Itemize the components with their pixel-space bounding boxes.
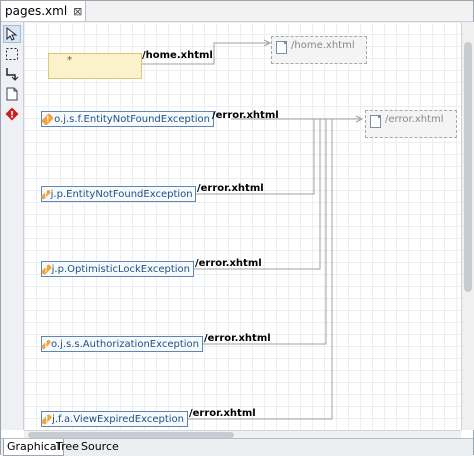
exception-label: o.j.s.s.AuthorizationException: [50, 338, 199, 350]
close-icon[interactable]: ⊠: [73, 5, 82, 18]
tab-source[interactable]: Source: [78, 439, 122, 455]
note-marker: *: [67, 55, 72, 66]
exception-icon: !: [41, 112, 54, 126]
exception-edge-label: /error.xhtml: [204, 333, 271, 344]
exception-node[interactable]: ! o.j.s.f.EntityNotFoundException: [41, 111, 214, 127]
exception-node[interactable]: ! o.j.s.s.AuthorizationException: [40, 336, 203, 352]
page-label: /error.xhtml: [385, 114, 444, 125]
exception-icon: !: [40, 188, 52, 200]
page-node-home[interactable]: /home.xhtml: [271, 36, 367, 64]
exception-icon: !: [40, 338, 52, 350]
exception-tool-icon[interactable]: !: [4, 106, 20, 122]
connection-tool-icon[interactable]: [4, 66, 20, 82]
exception-node[interactable]: ! j.p.OptimisticLockException: [40, 261, 194, 277]
exception-node[interactable]: ! j.p.EntityNotFoundException: [40, 186, 196, 202]
start-node[interactable]: *: [48, 53, 142, 79]
exception-label: j.p.OptimisticLockException: [51, 263, 190, 275]
page-node-error[interactable]: /error.xhtml: [365, 110, 457, 138]
exception-edge-label: /error.xhtml: [212, 110, 279, 121]
page-tool-icon[interactable]: [4, 86, 20, 102]
page-icon: [276, 41, 287, 54]
vertical-scrollbar[interactable]: [461, 22, 474, 430]
tool-palette: !: [1, 22, 24, 430]
exception-label: j.p.EntityNotFoundException: [50, 188, 193, 200]
exception-edge-label: /error.xhtml: [197, 183, 264, 194]
pages-xml-editor: pages.xml ⊠ ! * /home.xhtml /home.xhtml …: [0, 0, 474, 456]
diagram-canvas[interactable]: * /home.xhtml /home.xhtml /error.xhtml !…: [24, 22, 461, 430]
page-icon: [370, 115, 381, 128]
home-edge-label: /home.xhtml: [142, 50, 213, 61]
editor-tab-pages-xml[interactable]: pages.xml ⊠: [1, 1, 86, 21]
editor-tab-label: pages.xml: [5, 4, 68, 18]
exception-icon: !: [40, 413, 53, 425]
svg-text:!: !: [10, 111, 14, 121]
exception-edge-label: /error.xhtml: [195, 258, 262, 269]
editor-tab-bar: pages.xml ⊠: [1, 1, 473, 22]
transition-edges: [140, 39, 364, 420]
select-tool-icon[interactable]: [3, 25, 21, 43]
editor-mode-tabs: Graphical Tree Source: [1, 438, 473, 456]
vertical-scroll-thumb[interactable]: [464, 42, 472, 292]
exception-node[interactable]: ! j.f.a.ViewExpiredException: [40, 411, 188, 427]
exception-label: j.f.a.ViewExpiredException: [52, 413, 184, 425]
exception-label: o.j.s.f.EntityNotFoundException: [54, 113, 210, 125]
marquee-tool-icon[interactable]: [4, 46, 20, 62]
exception-icon: !: [40, 263, 52, 275]
page-label: /home.xhtml: [291, 40, 355, 51]
exception-edge-label: /error.xhtml: [189, 408, 256, 419]
